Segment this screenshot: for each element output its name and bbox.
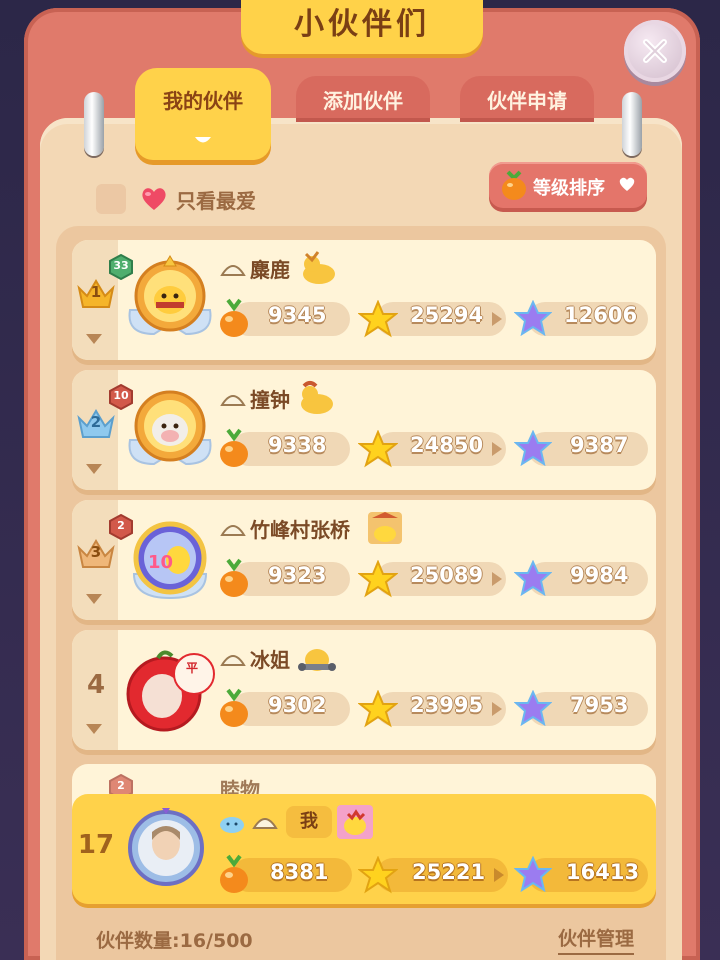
tab-partner-requests[interactable]: 伙伴申请 (460, 76, 594, 122)
fruit-value: 9302 (268, 693, 327, 717)
fruit-value: 9345 (268, 303, 327, 327)
rank-number: 1 (90, 283, 102, 301)
star-icon (358, 430, 398, 468)
star-value: 25294 (410, 303, 484, 327)
partner-card[interactable]: 3 2 10 竹峰村张桥 9323 25089 9984 (72, 500, 656, 620)
pet-icon (303, 251, 335, 284)
heart-icon (142, 188, 166, 210)
partner-name: 竹峰村张桥 (250, 518, 350, 542)
dumpling-icon (220, 655, 246, 666)
partner-count: 伙伴数量:16/500 (96, 930, 253, 952)
fruit-icon (220, 298, 248, 337)
rainbow-value: 7953 (570, 693, 629, 717)
star-icon (358, 856, 398, 894)
chevron-down-icon[interactable] (84, 332, 104, 346)
my-rank-number: 17 (77, 830, 115, 860)
pet-icon (337, 805, 373, 839)
partner-name: 冰姐 (250, 648, 290, 672)
dumpling-icon (252, 818, 278, 829)
star-value: 25089 (410, 563, 484, 587)
arrow-icon (494, 868, 504, 882)
chevron-down-icon[interactable] (84, 722, 104, 736)
fruit-icon (220, 558, 248, 597)
arrow-icon (492, 702, 502, 716)
partner-card[interactable]: 4 平 冰姐 9302 23995 7953 (72, 630, 656, 750)
fruit-icon (220, 854, 248, 893)
rank-number: 4 (86, 670, 106, 700)
rainbow-star-icon (514, 300, 552, 336)
svg-text:平: 平 (186, 661, 198, 675)
rainbow-value: 9387 (570, 433, 629, 457)
tab-label: 添加伙伴 (323, 89, 403, 113)
avatar[interactable] (124, 804, 208, 888)
dumpling-icon (220, 395, 246, 406)
pet-icon (301, 381, 333, 414)
star-icon (358, 560, 398, 598)
star-icon (358, 300, 398, 338)
partner-name: 麋鹿 (250, 258, 290, 282)
arrow-icon (492, 572, 502, 586)
svg-text:10: 10 (148, 552, 173, 573)
rainbow-star-icon (514, 690, 552, 726)
pet-icon (298, 649, 336, 671)
dumpling-icon (220, 265, 246, 276)
star-value: 25221 (412, 860, 486, 884)
rank-number: 2 (90, 413, 102, 431)
heart-icon (619, 177, 635, 191)
fruit-value: 9323 (268, 563, 327, 587)
favorites-checkbox[interactable] (96, 184, 126, 214)
avatar[interactable]: 平 (124, 644, 216, 736)
fruit-value: 9338 (268, 433, 327, 457)
tab-my-partners[interactable]: 我的伙伴 (135, 68, 271, 160)
fruit-value: 8381 (270, 860, 329, 884)
chevron-down-icon[interactable] (84, 592, 104, 606)
me-tag: 我 (286, 806, 332, 838)
tab-label: 我的伙伴 (163, 89, 243, 113)
fruit-icon (220, 688, 248, 727)
rainbow-value: 16413 (566, 860, 640, 884)
avatar[interactable]: 10 (124, 514, 216, 606)
favorites-label: 只看最爱 (176, 189, 256, 213)
tab-label: 伙伴申请 (487, 89, 567, 113)
avatar[interactable] (124, 384, 216, 476)
fruit-icon (220, 428, 248, 467)
rainbow-star-icon (514, 430, 552, 466)
partner-name: 撞钟 (250, 388, 290, 412)
star-value: 23995 (410, 693, 484, 717)
arrow-icon (492, 442, 502, 456)
rainbow-value: 12606 (564, 303, 638, 327)
my-rank-card[interactable]: 17 我 8381 25221 16413 (72, 794, 656, 904)
binder-ring-left (84, 92, 104, 156)
pet-icon (368, 512, 402, 544)
star-icon (358, 690, 398, 728)
chevron-down-icon[interactable] (84, 462, 104, 476)
binder-ring-right (622, 92, 642, 156)
level-number: 2 (117, 779, 125, 792)
arrow-icon (492, 312, 502, 326)
tab-add-partner[interactable]: 添加伙伴 (296, 76, 430, 122)
rainbow-value: 9984 (570, 563, 629, 587)
sort-label: 等级排序 (533, 178, 605, 199)
close-icon (643, 39, 667, 63)
fruit-icon (502, 170, 526, 200)
cloud-pet-icon (220, 817, 244, 833)
rainbow-star-icon (514, 560, 552, 596)
title-banner: 小伙伴们 (241, 0, 483, 54)
chevron-down-icon (195, 137, 211, 143)
partner-card[interactable]: 1 33 麋鹿 9345 25294 12606 (72, 240, 656, 360)
avatar[interactable] (124, 254, 216, 346)
partner-card[interactable]: 2 10 撞钟 9338 24850 9387 (72, 370, 656, 490)
dumpling-icon (220, 525, 246, 536)
page-title: 小伙伴们 (294, 7, 430, 42)
rank-number: 3 (90, 543, 102, 561)
manage-partners-link[interactable]: 伙伴管理 (558, 924, 635, 955)
close-button[interactable] (624, 20, 686, 82)
sort-by-level-button[interactable]: 等级排序 (489, 162, 647, 208)
rainbow-star-icon (514, 856, 552, 892)
star-value: 24850 (410, 433, 484, 457)
